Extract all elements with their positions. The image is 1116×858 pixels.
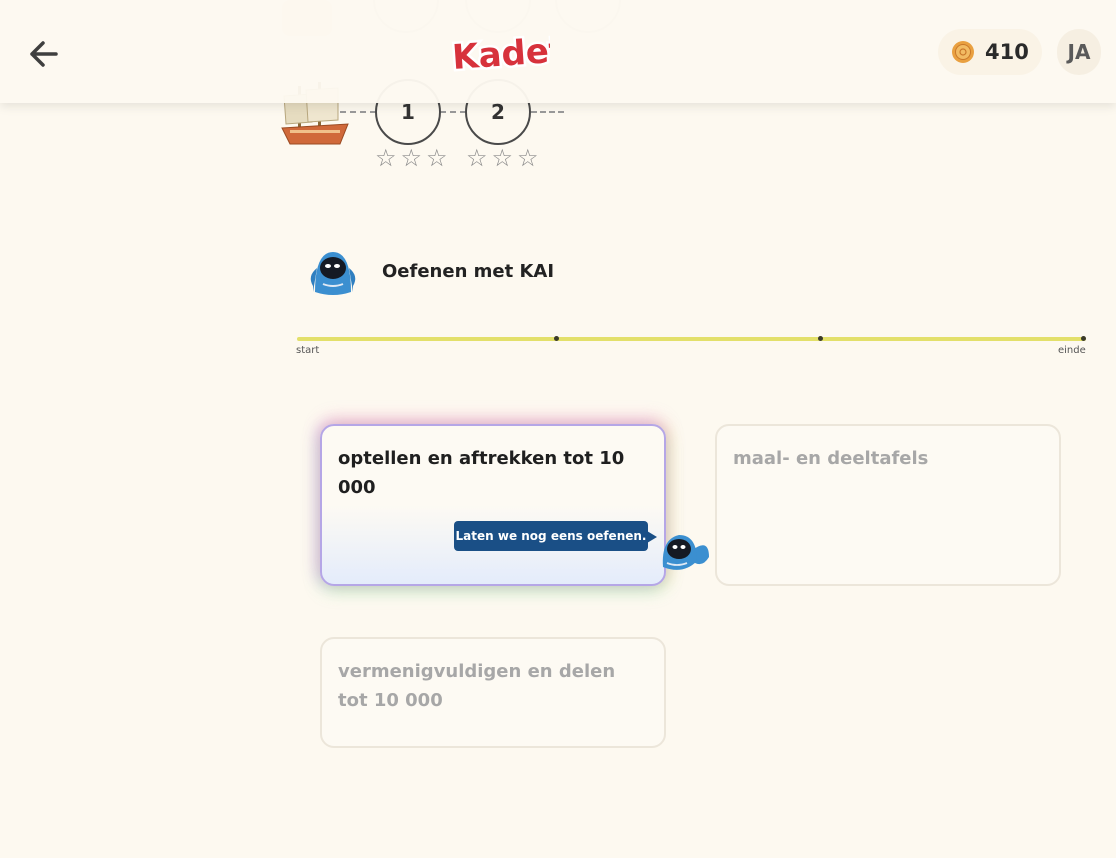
svg-text:Kadet: Kadet — [451, 30, 550, 78]
coin-icon — [952, 41, 974, 63]
back-arrow-icon[interactable] — [24, 34, 64, 74]
star-outline-icon: ☆ — [400, 144, 423, 172]
progress-track — [297, 337, 1086, 341]
star-outline-icon: ☆ — [491, 144, 514, 172]
path-dash-1 — [340, 111, 376, 113]
path-dash-2 — [440, 111, 466, 113]
topic-card-title: optellen en aftrekken tot 10 000 — [338, 448, 625, 498]
progress-start-label: start — [296, 345, 320, 356]
star-outline-icon: ☆ — [517, 144, 539, 172]
star-outline-icon: ☆ — [426, 144, 448, 172]
coin-counter: 410 — [938, 29, 1042, 75]
kadet-logo: Kadet — [448, 28, 550, 80]
kai-robot-icon — [310, 252, 356, 295]
header-bar: Kadet 410 JA — [0, 0, 1116, 103]
progress-dot — [1081, 336, 1086, 341]
level-2-stars: ☆ ☆ ☆ — [466, 144, 539, 172]
star-outline-icon: ☆ — [375, 144, 397, 172]
topic-card-vermenigvuldigen[interactable]: vermenigvuldigen en delen tot 10 000 — [320, 637, 666, 748]
progress-dot — [818, 336, 823, 341]
coin-count: 410 — [985, 40, 1029, 64]
kai-section-title: Oefenen met KAI — [382, 261, 555, 282]
speech-bubble-tail — [647, 531, 657, 543]
kai-robot-icon — [662, 535, 709, 570]
progress-dot — [554, 336, 559, 341]
topic-card-title: maal- en deeltafels — [733, 448, 929, 469]
kai-speech-bubble: Laten we nog eens oefenen. — [454, 521, 648, 551]
topic-card-title: vermenigvuldigen en delen tot 10 000 — [338, 661, 616, 711]
progress-end-label: einde — [1058, 345, 1086, 356]
topic-card-tafels[interactable]: maal- en deeltafels — [715, 424, 1061, 586]
star-outline-icon: ☆ — [466, 144, 488, 172]
topic-card-optellen[interactable]: optellen en aftrekken tot 10 000 — [320, 424, 666, 586]
path-dash-3 — [531, 111, 564, 113]
avatar[interactable]: JA — [1057, 29, 1101, 75]
level-1-stars: ☆ ☆ ☆ — [375, 144, 448, 172]
